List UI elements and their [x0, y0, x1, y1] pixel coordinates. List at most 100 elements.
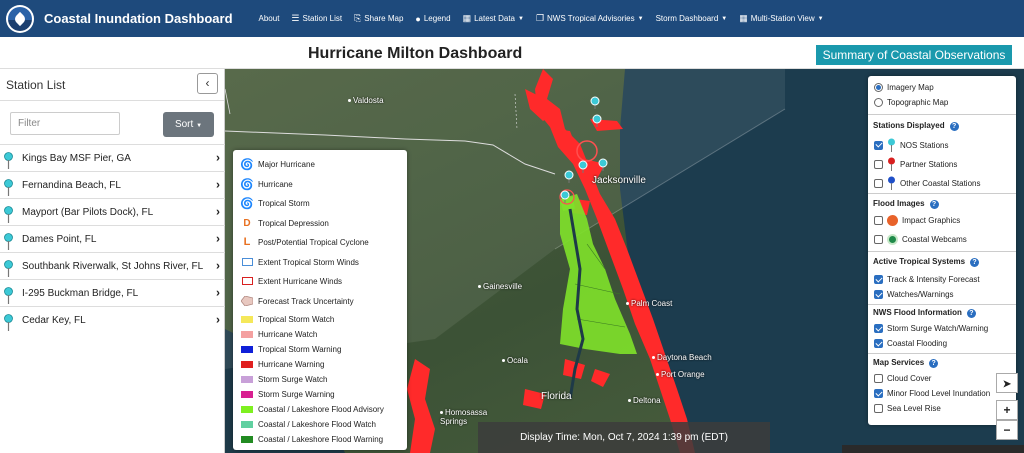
nav-about[interactable]: About [259, 14, 280, 23]
cone-icon [241, 295, 253, 307]
legend-item: 🌀 Hurricane [240, 178, 293, 191]
imagery-map-radio[interactable]: Imagery Map [874, 83, 934, 92]
help-icon[interactable]: ? [949, 122, 959, 131]
blue-pin-icon [888, 176, 895, 190]
swatch [241, 388, 253, 400]
legend-pin-icon: ● [415, 13, 421, 24]
chevron-right-icon: › [216, 204, 220, 219]
nav-storm-dashboard[interactable]: Storm Dashboard ▼ [656, 14, 728, 23]
storm-surge-checkbox[interactable]: Storm Surge Watch/Warning [874, 324, 988, 333]
collapse-sidebar-button[interactable]: ‹ [197, 73, 218, 94]
section-heading: Active Tropical Systems? [873, 257, 980, 267]
station-list-item[interactable]: Mayport (Bar Pilots Dock), FL › [0, 198, 225, 225]
help-icon[interactable]: ? [929, 359, 939, 368]
nav-legend[interactable]: ● Legend [415, 14, 450, 24]
station-list-item[interactable]: Fernandina Beach, FL › [0, 171, 225, 198]
divider [868, 304, 1016, 305]
partner-stations-checkbox[interactable]: Partner Stations [874, 157, 957, 171]
app-title[interactable]: Coastal Inundation Dashboard [44, 11, 233, 26]
track-intensity-checkbox[interactable]: Track & Intensity Forecast [874, 275, 980, 284]
station-list-item[interactable]: Southbank Riverwalk, St Johns River, FL › [0, 252, 225, 279]
divider [868, 353, 1016, 354]
checkbox [874, 235, 883, 244]
station-list-item[interactable]: I-295 Buckman Bridge, FL › [0, 279, 225, 306]
map-legend: 🌀 Major Hurricane 🌀 Hurricane 🌀 Tropical St… [233, 150, 407, 450]
teal-pin-icon [4, 179, 13, 196]
noaa-logo[interactable] [6, 4, 34, 33]
sort-button[interactable]: Sort ▼ [163, 112, 214, 137]
coastal-flooding-checkbox[interactable]: Coastal Flooding [874, 339, 947, 348]
display-time-bar: Display Time: Mon, Oct 7, 2024 1:39 pm (… [478, 422, 770, 453]
watches-warnings-checkbox[interactable]: Watches/Warnings [874, 290, 954, 299]
zoom-in-button[interactable]: + [996, 400, 1018, 420]
tropical-depression-icon: D [243, 217, 251, 229]
hurricane-winds-box [241, 275, 253, 287]
nav-station-list[interactable]: ☰ Station List [291, 13, 342, 24]
teal-pin-icon [4, 233, 13, 250]
webcam-icon [887, 234, 898, 245]
nos-stations-checkbox[interactable]: NOS Stations [874, 138, 948, 152]
place-label: Daytona Beach [652, 353, 712, 362]
swatch [241, 403, 253, 415]
zoom-out-button[interactable]: − [996, 420, 1018, 440]
checkbox [874, 389, 883, 398]
nav-multi-station-view[interactable]: ▦ Multi-Station View ▼ [739, 13, 823, 24]
chevron-right-icon: › [216, 231, 220, 246]
summary-of-coastal-observations-button[interactable]: Summary of Coastal Observations [816, 45, 1012, 65]
teal-pin-icon [888, 138, 895, 152]
impact-graphics-icon [887, 215, 898, 226]
station-list-item[interactable]: Dames Point, FL › [0, 225, 225, 252]
layer-control-panel: Imagery Map Topographic Map Stations Dis… [868, 76, 1016, 425]
sidebar-title: Station List [6, 78, 66, 92]
help-icon[interactable]: ? [970, 258, 980, 267]
nav-share-map[interactable]: ⎘ Share Map [354, 13, 403, 24]
hurricane-icon: 🌀 [240, 178, 254, 191]
checkbox [874, 339, 883, 348]
checkbox [874, 374, 883, 383]
minor-flood-level-checkbox[interactable]: Minor Flood Level Inundation [874, 389, 990, 398]
swatch [241, 328, 253, 340]
other-coastal-stations-checkbox[interactable]: Other Coastal Stations [874, 176, 980, 190]
station-list-item[interactable]: Cedar Key, FL › [0, 306, 225, 333]
chevron-right-icon: › [216, 258, 220, 273]
legend-item: Storm Surge Watch [241, 373, 328, 385]
impact-graphics-checkbox[interactable]: Impact Graphics [874, 215, 960, 226]
place-label: Gainesville [478, 282, 522, 291]
legend-item: Hurricane Watch [241, 328, 317, 340]
help-icon[interactable]: ? [966, 309, 976, 318]
filter-input[interactable] [10, 112, 120, 135]
legend-item: L Post/Potential Tropical Cyclone [241, 236, 369, 248]
station-list-item[interactable]: Kings Bay MSF Pier, GA › [0, 144, 225, 171]
legend-item: Storm Surge Warning [241, 388, 335, 400]
top-navbar: Coastal Inundation Dashboard About ☰ Stat… [0, 0, 1024, 37]
page-title: Hurricane Milton Dashboard [308, 45, 523, 62]
sea-level-rise-checkbox[interactable]: Sea Level Rise [874, 404, 941, 413]
checkbox [874, 216, 883, 225]
checkbox [874, 275, 883, 284]
locate-button[interactable]: ➤ [996, 373, 1018, 393]
legend-item: D Tropical Depression [241, 217, 328, 229]
list-icon: ☰ [291, 13, 300, 23]
nav-latest-data[interactable]: ▦ Latest Data ▼ [463, 13, 524, 24]
chevron-right-icon: › [216, 285, 220, 300]
nav-tropical-advisories[interactable]: ❐ NWS Tropical Advisories ▼ [536, 13, 644, 24]
place-label: Valdosta [348, 96, 384, 105]
legend-item: Coastal / Lakeshore Flood Watch [241, 418, 376, 430]
coastal-webcams-checkbox[interactable]: Coastal Webcams [874, 234, 967, 245]
help-icon[interactable]: ? [929, 200, 939, 209]
caret-down-icon: ▼ [196, 123, 203, 129]
section-heading: Stations Displayed? [873, 121, 959, 131]
divider [868, 114, 1016, 115]
checkbox [874, 178, 883, 188]
topographic-map-radio[interactable]: Topographic Map [874, 98, 948, 107]
section-heading: NWS Flood Information? [873, 308, 976, 318]
tropical-storm-icon: 🌀 [240, 197, 254, 210]
share-icon: ⎘ [354, 13, 362, 23]
teal-pin-icon [4, 152, 13, 169]
legend-item: Extent Hurricane Winds [241, 275, 342, 287]
checkbox [874, 159, 883, 169]
swatch [241, 343, 253, 355]
chevron-right-icon: › [216, 150, 220, 165]
cloud-cover-checkbox[interactable]: Cloud Cover [874, 374, 931, 383]
legend-item: 🌀 Major Hurricane [240, 158, 315, 171]
